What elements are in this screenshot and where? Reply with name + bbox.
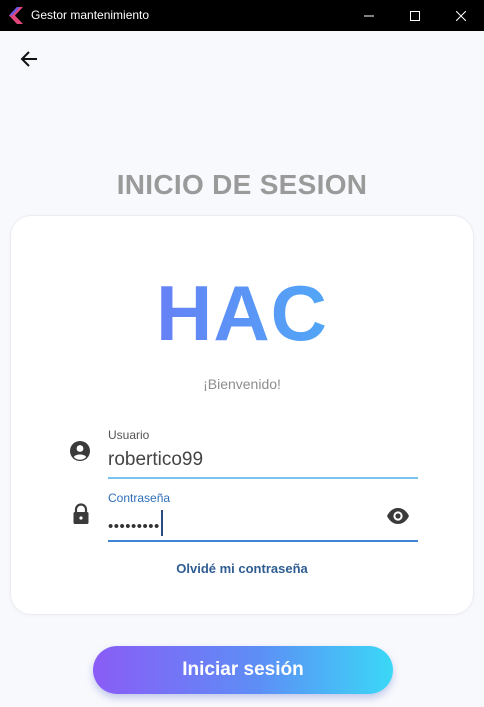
back-button[interactable] bbox=[14, 44, 44, 74]
password-label: Contraseña bbox=[108, 491, 171, 505]
maximize-icon bbox=[410, 10, 420, 21]
close-icon bbox=[456, 10, 466, 21]
lock-icon bbox=[73, 503, 89, 524]
minimize-icon bbox=[364, 15, 374, 16]
brand-logo: HAC bbox=[0, 268, 484, 358]
welcome-text: ¡Bienvenido! bbox=[203, 376, 281, 392]
account-circle-icon bbox=[70, 441, 90, 461]
text-caret bbox=[160, 510, 163, 536]
username-field[interactable]: Usuario robertico99 bbox=[108, 427, 418, 479]
window-titlebar: Gestor mantenimiento bbox=[0, 0, 484, 31]
window-title: Gestor mantenimiento bbox=[31, 8, 150, 22]
login-button[interactable]: Iniciar sesión bbox=[93, 646, 393, 694]
username-label: Usuario bbox=[108, 428, 150, 442]
maximize-button[interactable] bbox=[392, 0, 438, 31]
minimize-button[interactable] bbox=[346, 0, 392, 31]
app-logo-icon bbox=[9, 7, 23, 24]
username-input[interactable]: robertico99 bbox=[108, 449, 203, 471]
password-mask: ••••••••• bbox=[108, 517, 160, 535]
password-field[interactable]: Contraseña ••••••••• bbox=[108, 490, 418, 542]
forgot-password-link[interactable]: Olvidé mi contraseña bbox=[0, 561, 484, 576]
eye-icon[interactable] bbox=[386, 504, 410, 528]
page-title: INICIO DE SESION bbox=[116, 169, 368, 200]
password-input[interactable]: ••••••••• bbox=[108, 510, 163, 540]
arrow-left-icon bbox=[20, 51, 37, 67]
close-button[interactable] bbox=[438, 0, 484, 31]
